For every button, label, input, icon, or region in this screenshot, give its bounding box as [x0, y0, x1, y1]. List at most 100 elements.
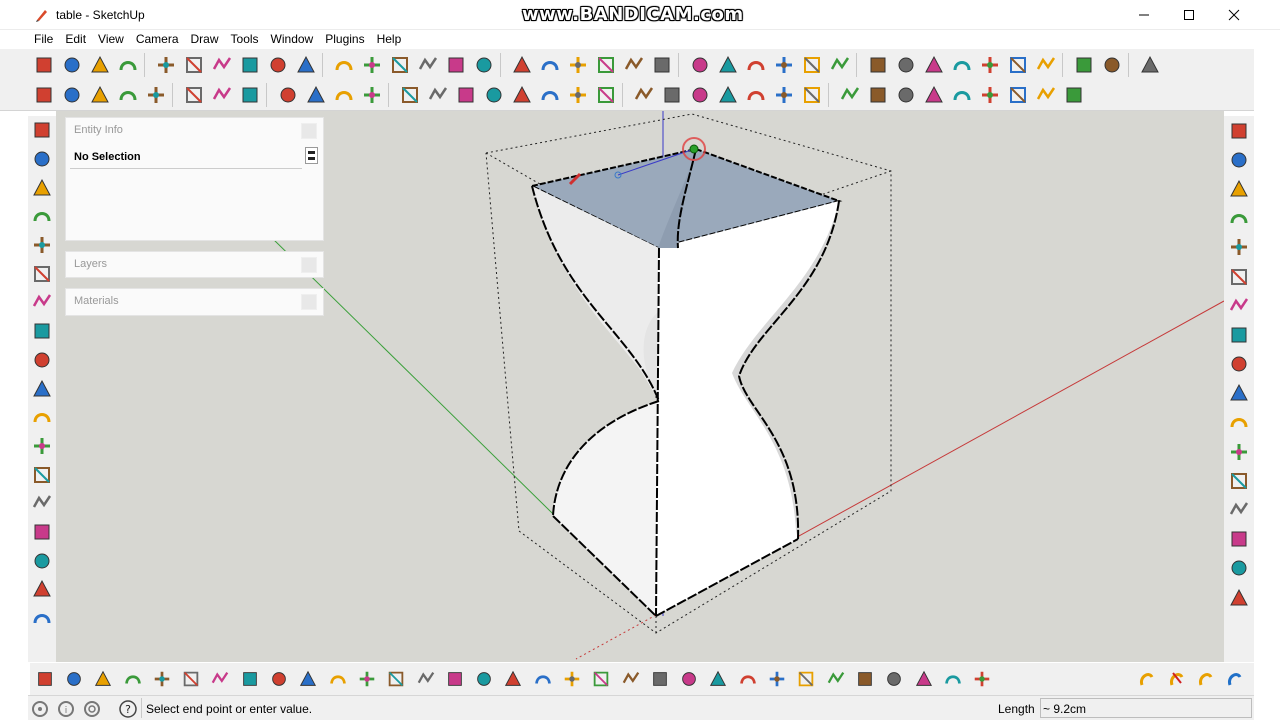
blue-arc-icon[interactable] [1225, 145, 1253, 174]
b-18-icon[interactable] [528, 665, 557, 693]
orbit-hook-icon[interactable] [1133, 665, 1162, 693]
b-26-icon[interactable] [762, 665, 791, 693]
right-view-icon[interactable] [770, 51, 798, 79]
select-icon[interactable] [30, 51, 58, 79]
left-lower-face[interactable] [553, 401, 659, 616]
clean-icon[interactable] [592, 81, 620, 109]
push-pull-icon[interactable] [358, 51, 386, 79]
eraser-pink-icon[interactable] [114, 51, 142, 79]
orbit-icon[interactable] [836, 81, 864, 109]
credits-status-icon[interactable]: i [56, 699, 76, 719]
circle-icon[interactable] [208, 51, 236, 79]
menu-window[interactable]: Window [265, 30, 320, 49]
b-30-icon[interactable] [880, 665, 909, 693]
polygon-icon[interactable] [264, 51, 292, 79]
b-19-icon[interactable] [557, 665, 586, 693]
sloped-line-icon[interactable] [1225, 262, 1253, 291]
b-20-icon[interactable] [587, 665, 616, 693]
circle-blue-icon[interactable] [29, 317, 55, 346]
curviloft-icon[interactable] [58, 81, 86, 109]
stack-an-icon[interactable] [742, 81, 770, 109]
line-red-icon[interactable] [1225, 204, 1253, 233]
component-icon[interactable] [358, 81, 386, 109]
shell-icon[interactable] [274, 81, 302, 109]
magnet-icon[interactable] [302, 81, 330, 109]
shaded-icon[interactable] [948, 51, 976, 79]
fredo-icon[interactable] [30, 81, 58, 109]
next-view-icon[interactable] [1004, 81, 1032, 109]
arc-large-red-icon[interactable] [29, 460, 55, 489]
b-31-icon[interactable] [909, 665, 938, 693]
stack-ar-icon[interactable] [686, 81, 714, 109]
measurement-input[interactable]: ~ 9.2cm [1040, 698, 1252, 718]
dimension-icon[interactable] [536, 51, 564, 79]
stack-af-icon[interactable] [798, 81, 826, 109]
redo-icon[interactable] [564, 81, 592, 109]
curve-icon[interactable] [29, 173, 55, 202]
tape-measure-icon[interactable] [508, 51, 536, 79]
b-13-icon[interactable] [382, 665, 411, 693]
move-icon[interactable] [330, 51, 358, 79]
zigzag-icon[interactable] [29, 374, 55, 403]
split-arrows-icon[interactable] [424, 81, 452, 109]
hook-plain-icon[interactable] [1191, 665, 1220, 693]
b-3-icon[interactable] [89, 665, 118, 693]
b-32-icon[interactable] [938, 665, 967, 693]
b-24-icon[interactable] [704, 665, 733, 693]
b-8-icon[interactable] [235, 665, 264, 693]
freehand-icon[interactable] [292, 51, 320, 79]
rectangle-blue-icon[interactable] [29, 288, 55, 317]
monochrome-icon[interactable] [1004, 51, 1032, 79]
zoom-extents-icon[interactable] [948, 81, 976, 109]
iso-view-icon[interactable] [686, 51, 714, 79]
b-21-icon[interactable] [616, 665, 645, 693]
b-33-icon[interactable] [968, 665, 997, 693]
rotate-icon[interactable] [386, 51, 414, 79]
b-25-icon[interactable] [733, 665, 762, 693]
previous-view-icon[interactable] [976, 81, 1004, 109]
3d-text-icon[interactable] [648, 51, 676, 79]
pencil-icon[interactable] [180, 51, 208, 79]
triangle-icon[interactable] [29, 604, 55, 633]
top-view-icon[interactable] [714, 51, 742, 79]
b-7-icon[interactable] [206, 665, 235, 693]
polygon-blue-icon[interactable] [29, 518, 55, 547]
materials-title[interactable]: Materials [74, 295, 119, 307]
arc-red-icon[interactable] [29, 346, 55, 375]
text-icon[interactable] [592, 51, 620, 79]
walk-icon[interactable] [1060, 81, 1088, 109]
peak-icon[interactable] [1225, 174, 1253, 203]
scale-icon[interactable] [442, 51, 470, 79]
menu-plugins[interactable]: Plugins [319, 30, 370, 49]
b-12-icon[interactable] [352, 665, 381, 693]
diamond-green-icon[interactable] [1225, 408, 1253, 437]
b-10-icon[interactable] [294, 665, 323, 693]
section-plane-icon[interactable] [1070, 51, 1098, 79]
b-17-icon[interactable] [499, 665, 528, 693]
b-9-icon[interactable] [264, 665, 293, 693]
menu-camera[interactable]: Camera [130, 30, 185, 49]
b-11-icon[interactable] [323, 665, 352, 693]
zoom-window-icon[interactable] [920, 81, 948, 109]
polyline-icon[interactable] [29, 489, 55, 518]
wand-icon[interactable] [142, 81, 170, 109]
help-icon[interactable]: ? [118, 699, 138, 719]
section-display-icon[interactable] [1098, 51, 1126, 79]
b-4-icon[interactable] [118, 665, 147, 693]
ellipse-icon[interactable] [29, 575, 55, 604]
layers-panel-icon[interactable] [1225, 116, 1253, 145]
boxes-icon[interactable] [1225, 466, 1253, 495]
b-5-icon[interactable] [147, 665, 176, 693]
diamond-outline-icon[interactable] [1225, 379, 1253, 408]
entity-info-close-button[interactable] [301, 123, 317, 139]
menu-edit[interactable]: Edit [59, 30, 92, 49]
back-view-icon[interactable] [798, 51, 826, 79]
hidden-line-icon[interactable] [920, 51, 948, 79]
menu-view[interactable]: View [92, 30, 130, 49]
arc-icon[interactable] [236, 51, 264, 79]
b-28-icon[interactable] [821, 665, 850, 693]
loft-icon[interactable] [208, 81, 236, 109]
arc-green-icon[interactable] [29, 259, 55, 288]
slope-z-icon[interactable] [1225, 350, 1253, 379]
maximize-button[interactable] [1166, 0, 1212, 30]
